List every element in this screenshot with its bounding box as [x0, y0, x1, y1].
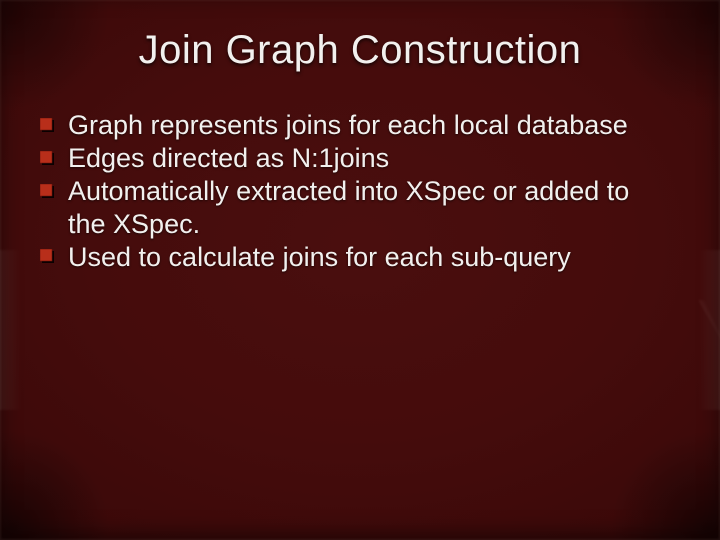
bullet-text: Automatically extracted into XSpec or ad… [68, 176, 629, 239]
bullet-list: Graph represents joins for each local da… [40, 109, 664, 274]
square-bullet-icon [40, 118, 56, 134]
list-item: Used to calculate joins for each sub-que… [40, 241, 664, 274]
square-bullet-icon [40, 184, 56, 200]
vignette-corner [0, 430, 110, 540]
list-item: Edges directed as N:1joins [40, 142, 664, 175]
bullet-text: Used to calculate joins for each sub-que… [68, 242, 571, 272]
edge-flare [0, 250, 22, 410]
square-bullet-icon [40, 249, 56, 265]
list-item: Automatically extracted into XSpec or ad… [40, 175, 664, 241]
edge-flare [698, 250, 720, 410]
square-bullet-icon [40, 151, 56, 167]
edge-flare [620, 300, 720, 410]
bullet-text: Edges directed as N:1joins [68, 143, 389, 173]
list-item: Graph represents joins for each local da… [40, 109, 664, 142]
vignette-corner [610, 430, 720, 540]
slide-title: Join Graph Construction [0, 0, 720, 83]
bullet-text: Graph represents joins for each local da… [68, 110, 628, 140]
slide: Join Graph Construction Graph represents… [0, 0, 720, 540]
